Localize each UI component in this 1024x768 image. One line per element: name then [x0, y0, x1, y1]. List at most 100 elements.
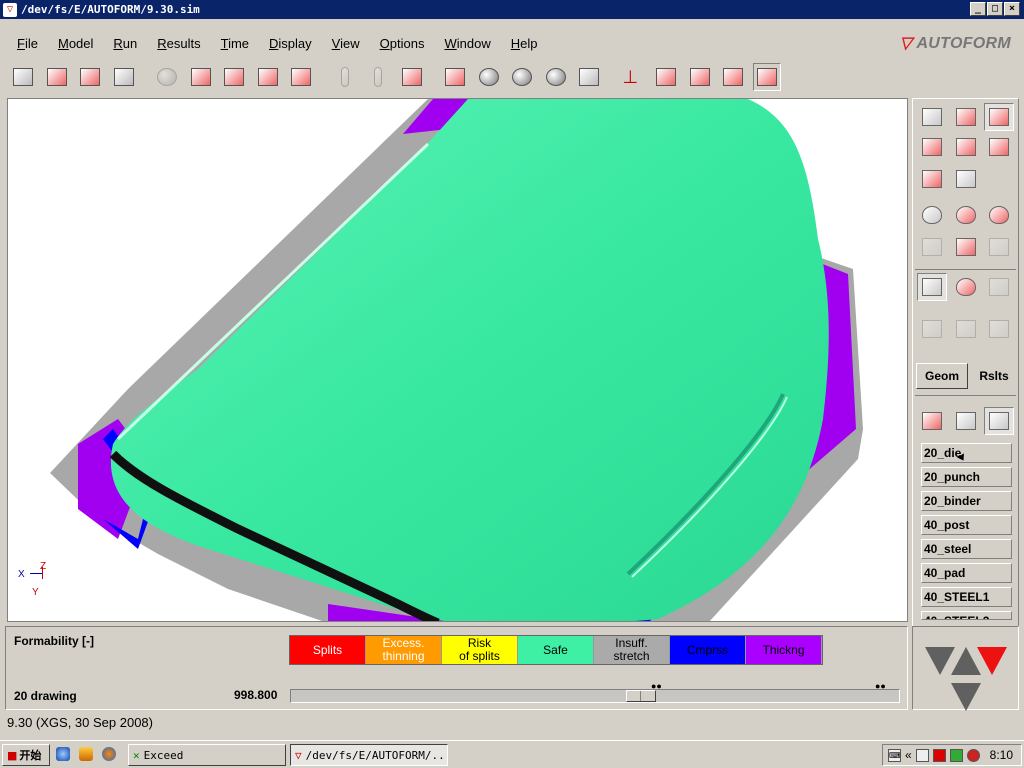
sphere-mesh-icon[interactable] — [475, 63, 503, 91]
axes-icon[interactable]: ⊥ — [619, 63, 647, 91]
network-tray-icon[interactable] — [915, 748, 929, 762]
punch-icon[interactable] — [220, 63, 248, 91]
trim-icon[interactable] — [441, 63, 469, 91]
tool-item-40-post[interactable]: 40_post — [921, 515, 1012, 535]
clock: 8:10 — [989, 748, 1013, 762]
sphere-shaded-icon[interactable] — [542, 63, 570, 91]
time-slider-thumb[interactable] — [626, 690, 656, 702]
menu-bar: File Model Run Results Time Display View… — [5, 27, 1019, 59]
die-icon[interactable] — [187, 63, 215, 91]
tab-rslts[interactable]: Rslts — [970, 363, 1018, 389]
menu-window[interactable]: Window — [444, 36, 490, 51]
tool-surface-icon[interactable] — [951, 103, 981, 131]
menu-options[interactable]: Options — [380, 36, 425, 51]
rotate-axis-icon[interactable] — [719, 63, 747, 91]
triad-z-label: Z — [40, 561, 47, 572]
taskbar-exceed[interactable]: ✕ Exceed — [128, 744, 286, 766]
time-value: 998.800 — [234, 688, 278, 702]
logo-text: AUTOFORM — [916, 35, 1011, 52]
egg-icon[interactable] — [917, 201, 947, 229]
nav-down-button[interactable] — [951, 683, 981, 711]
nav-up-button[interactable] — [951, 647, 981, 675]
tool-item-20-punch[interactable]: 20_punch — [921, 467, 1012, 487]
nav-right-button[interactable] — [977, 647, 1007, 675]
egg-split-icon[interactable] — [984, 201, 1014, 229]
shield-tray-icon[interactable] — [966, 748, 980, 762]
save-file-icon[interactable] — [43, 63, 71, 91]
sphere-wire-icon[interactable] — [508, 63, 536, 91]
taskbar-autoform-label: /dev/fs/E/AUTOFORM/... — [305, 748, 448, 762]
tool-item-20-binder[interactable]: 20_binder — [921, 491, 1012, 511]
close-button[interactable]: × — [1004, 2, 1020, 16]
menu-view[interactable]: View — [332, 36, 360, 51]
3d-viewport[interactable]: Z X Y — [7, 98, 908, 622]
spread-icon[interactable] — [917, 165, 947, 193]
minimize-button[interactable]: _ — [970, 2, 986, 16]
tool-color-icon[interactable] — [917, 407, 947, 435]
tool-item-40-pad[interactable]: 40_pad — [921, 563, 1012, 583]
right-tool-panel: Geom Rslts 20_die 20_punch 20_binder 40_… — [912, 98, 1019, 710]
main-toolbar: ⊥ — [5, 60, 1019, 94]
formability-label: Formability [-] — [14, 634, 94, 648]
media-quicklaunch-icon[interactable] — [102, 747, 116, 761]
legend-cell-5: Cmprss — [670, 636, 746, 664]
tray-expand-icon[interactable]: « — [905, 748, 912, 762]
thermometer-icon — [364, 63, 392, 91]
export-icon[interactable] — [76, 63, 104, 91]
menu-display[interactable]: Display — [269, 36, 312, 51]
section-icon[interactable] — [752, 63, 781, 91]
nav-left-button[interactable] — [925, 647, 955, 675]
hatch-icon[interactable] — [575, 63, 603, 91]
grid-icon[interactable] — [398, 63, 426, 91]
exceed-icon: ✕ — [133, 748, 140, 762]
layers-disabled-icon-1 — [917, 315, 947, 343]
tool-item-40-steel[interactable]: 40_steel — [921, 539, 1012, 559]
folder-quicklaunch-icon[interactable] — [79, 747, 93, 761]
antivirus-tray-icon[interactable] — [932, 748, 946, 762]
tool-edit-icon[interactable] — [951, 165, 981, 193]
legend-cell-6: Thickng — [746, 636, 822, 664]
menu-file[interactable]: File — [17, 36, 38, 51]
tool-item-40-steel1[interactable]: 40_STEEL1 — [921, 587, 1012, 607]
tab-geom[interactable]: Geom — [916, 363, 968, 389]
fit-icon[interactable] — [652, 63, 680, 91]
autoform-logo: ▽ AUTOFORM — [899, 35, 1011, 52]
sheet-icon[interactable] — [951, 407, 981, 435]
menu-results[interactable]: Results — [157, 36, 200, 51]
taskbar-exceed-label: Exceed — [143, 748, 184, 762]
triad-y-label: Y — [32, 587, 39, 598]
menu-run[interactable]: Run — [113, 36, 137, 51]
menu-time[interactable]: Time — [221, 36, 249, 51]
section-toggle-icon[interactable] — [951, 273, 981, 301]
start-button[interactable]: ■ 开始 — [2, 744, 50, 766]
system-tray: ⌨ « 8:10 — [882, 744, 1022, 766]
curve-icon[interactable] — [287, 63, 315, 91]
move-together-icon[interactable] — [951, 133, 981, 161]
mesh-view-icon[interactable] — [917, 103, 947, 131]
cylinder-icon[interactable] — [984, 407, 1014, 435]
menu-model[interactable]: Model — [58, 36, 93, 51]
tool-disabled-icon — [153, 63, 181, 91]
open-file-icon[interactable] — [9, 63, 37, 91]
maximize-button[interactable]: □ — [987, 2, 1003, 16]
update-tray-icon[interactable] — [949, 748, 963, 762]
safe-zone-part — [110, 99, 829, 621]
ie-quicklaunch-icon[interactable] — [56, 747, 70, 761]
mesh-toggle-icon[interactable] — [917, 273, 947, 301]
egg-cut-icon[interactable] — [951, 201, 981, 229]
autoform-app-icon[interactable]: ▽ — [3, 2, 17, 17]
tool-check-icon[interactable] — [984, 103, 1014, 131]
keyboard-tray-icon[interactable]: ⌨ — [887, 748, 901, 762]
rotate-view-icon[interactable] — [686, 63, 714, 91]
time-slider[interactable] — [290, 689, 900, 703]
tool-item-20-die[interactable]: 20_die — [921, 443, 1012, 463]
print-icon[interactable] — [110, 63, 138, 91]
binder-icon[interactable] — [254, 63, 282, 91]
query-icon[interactable] — [984, 133, 1014, 161]
move-up-down-icon[interactable] — [917, 133, 947, 161]
window-title: /dev/fs/E/AUTOFORM/9.30.sim — [21, 3, 200, 16]
taskbar-autoform[interactable]: ▽/dev/fs/E/AUTOFORM/... — [290, 744, 448, 766]
menu-help[interactable]: Help — [511, 36, 538, 51]
stack-arrows-icon[interactable] — [951, 233, 981, 261]
tool-item-40-steel2[interactable]: 40_STEEL2 — [921, 611, 1012, 620]
